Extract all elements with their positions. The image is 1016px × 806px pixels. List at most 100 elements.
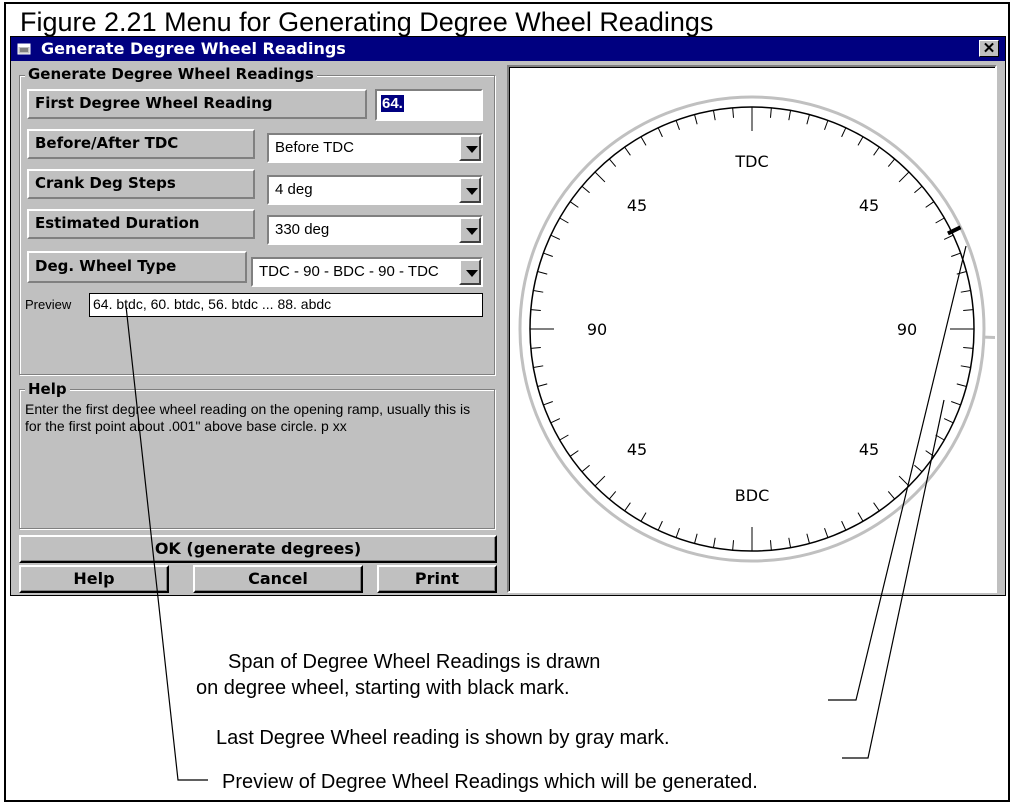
wheel-tick [824,528,829,538]
est-duration-label: Estimated Duration [27,209,255,239]
wheel-tick [873,502,880,512]
wheel-tick [640,136,647,146]
wheel-tick [608,491,617,500]
wheel-tick [732,107,735,118]
wheel-tick [873,146,880,156]
wheel-label-lower-left: 45 [627,440,647,459]
wheel-tick [898,171,910,183]
wheel-tick [550,418,561,424]
chevron-down-icon[interactable] [459,135,481,161]
wheel-tick [559,217,569,224]
figure-title: Figure 2.21 Menu for Generating Degree W… [20,7,714,37]
first-reading-label: First Degree Wheel Reading [27,89,367,119]
title-bar[interactable]: Generate Degree Wheel Readings ✕ [11,37,1005,61]
before-after-value: Before TDC [275,139,354,156]
wheel-tick [887,491,896,500]
wheel-tick [769,107,772,118]
wheel-tick [857,512,864,522]
wheel-tick [943,234,954,240]
help-text: Enter the first degree wheel reading on … [25,401,471,434]
wheel-tick [537,271,548,275]
wheel-tick [657,520,663,531]
print-button[interactable]: Print [377,565,497,593]
preview-label: Preview [25,297,72,312]
chevron-down-icon[interactable] [459,217,481,243]
wheel-tick [530,309,541,312]
wheel-tick [898,475,910,487]
help-button[interactable]: Help [19,565,169,593]
wheel-tick [657,127,663,138]
wheel-tick [788,110,792,121]
degree-wheel-panel: TDC BDC 90 90 45 45 45 45 [507,65,997,593]
wheel-tick [581,185,590,194]
wheel-tick [935,434,945,441]
wheel-tick [824,120,829,130]
wheel-tick [550,234,561,240]
wheel-tick [951,252,961,257]
wheel-tick [640,512,647,522]
dialog-window: Generate Degree Wheel Readings ✕ Generat… [10,36,1006,596]
wheel-tick [537,383,548,387]
wheel-tick [569,201,579,208]
close-icon: ✕ [982,40,996,57]
wheel-tick [581,464,590,473]
wheel-tick [608,158,617,167]
degree-wheel: TDC BDC 90 90 45 45 45 45 [518,95,996,563]
wheel-tick [694,114,698,125]
wheel-tick [624,146,631,156]
close-button[interactable]: ✕ [979,40,999,57]
wheel-label-lower-right: 45 [859,440,879,459]
wheel-tick [533,289,544,293]
wheel-tick [533,365,544,369]
wheel-tick [806,533,810,544]
first-reading-input[interactable]: 64. [375,89,483,121]
wheel-tick [943,418,954,424]
annotation-preview: Preview of Degree Wheel Readings which w… [222,771,758,793]
wheel-tick [769,540,772,551]
wheel-tick [925,201,935,208]
wheel-label-upper-left: 45 [627,196,647,215]
wheel-tick [806,114,810,125]
crank-steps-label: Crank Deg Steps [27,169,255,199]
wheel-tick [960,289,971,293]
wheel-tick [530,346,541,349]
before-after-select[interactable]: Before TDC [267,133,483,163]
annotation-span-line1: Span of Degree Wheel Readings is drawn [228,651,601,673]
wheel-tick [712,537,716,548]
wheel-label-bottom: BDC [735,486,769,505]
wheel-type-label: Deg. Wheel Type [27,251,247,283]
wheel-tick [694,533,698,544]
wheel-tick [788,537,792,548]
crank-steps-select[interactable]: 4 deg [267,175,483,205]
ok-generate-button[interactable]: OK (generate degrees) [19,535,497,563]
chevron-down-icon[interactable] [459,259,481,285]
cancel-button[interactable]: Cancel [193,565,363,593]
wheel-tick [675,528,680,538]
first-reading-value: 64. [381,95,404,112]
wheel-tick [732,540,735,551]
wheel-type-select[interactable]: TDC - 90 - BDC - 90 - TDC [251,257,483,287]
window-title: Generate Degree Wheel Readings [41,39,346,58]
wheel-tick [712,110,716,121]
wheel-tick [675,120,680,130]
chevron-down-icon[interactable] [459,177,481,203]
wheel-tick [914,185,923,194]
wheel-tick [956,271,967,275]
wheel-type-value: TDC - 90 - BDC - 90 - TDC [259,263,439,280]
est-duration-select[interactable]: 330 deg [267,215,483,245]
wheel-tick [624,502,631,512]
generate-group-label: Generate Degree Wheel Readings [25,66,317,83]
wheel-tick [963,309,974,312]
wheel-label-left: 90 [587,320,607,339]
help-group-label: Help [25,381,70,398]
wheel-tick [887,158,896,167]
wheel-tick [951,401,961,406]
wheel-tick [925,450,935,457]
wheel-label-upper-right: 45 [859,196,879,215]
before-after-label: Before/After TDC [27,129,255,159]
wheel-tick [956,383,967,387]
annotation-last: Last Degree Wheel reading is shown by gr… [216,727,670,749]
app-icon [17,43,31,55]
wheel-tick [960,365,971,369]
wheel-label-right: 90 [897,320,917,339]
